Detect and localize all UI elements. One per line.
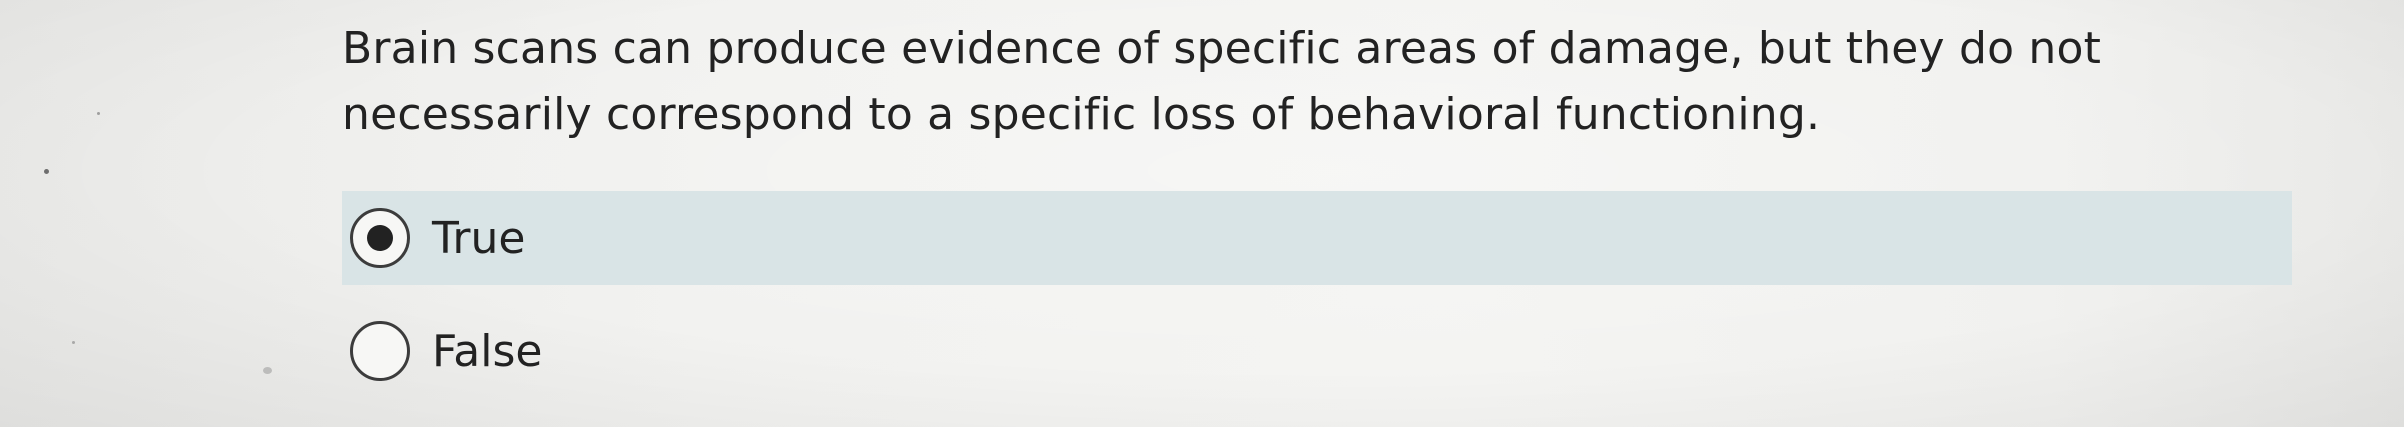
screen-speck: [97, 112, 100, 115]
radio-true[interactable]: [350, 208, 410, 268]
question-text: Brain scans can produce evidence of spec…: [342, 23, 2102, 140]
screen-speck: [72, 341, 75, 344]
screen-speck: [263, 367, 272, 374]
option-true-label: True: [432, 212, 526, 264]
option-false[interactable]: False: [342, 305, 2292, 397]
option-false-label: False: [432, 325, 543, 377]
screen-speck: [44, 169, 49, 174]
radio-false[interactable]: [350, 321, 410, 381]
radio-selected-dot-icon: [367, 225, 393, 251]
option-true[interactable]: True: [342, 191, 2292, 285]
